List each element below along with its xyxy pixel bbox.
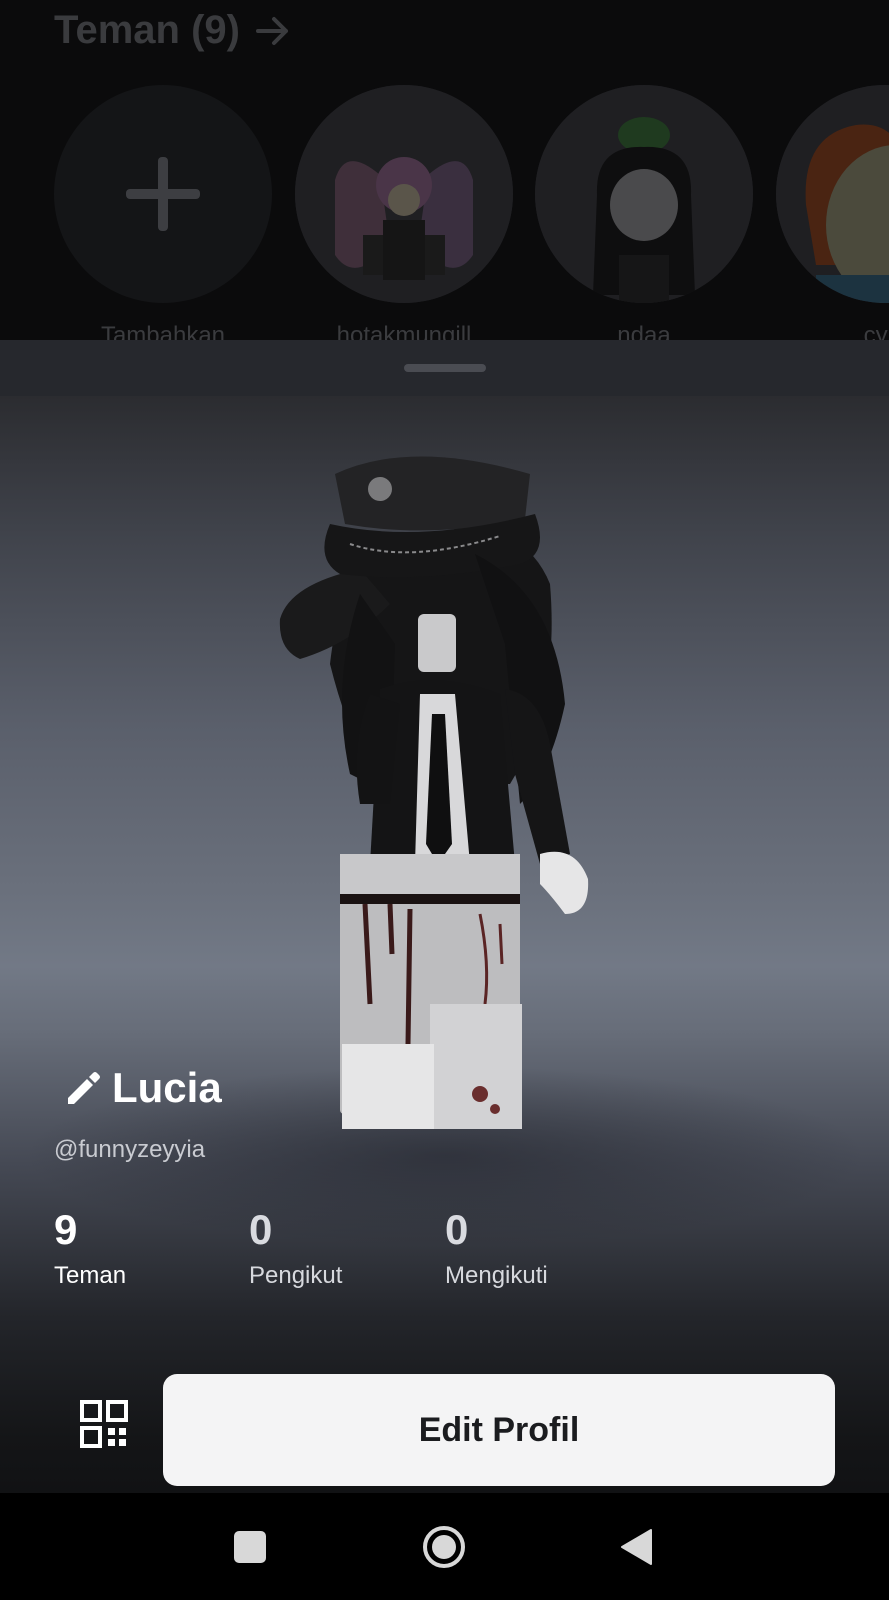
stat-label: Mengikuti	[445, 1262, 548, 1289]
avatar-viewer[interactable]: Lucia @funnyzeyyia 9 Teman 0 Pengikut 0 …	[0, 396, 889, 1493]
friend-name: cyle	[863, 322, 889, 340]
friend-avatar[interactable]	[295, 85, 513, 303]
display-name: Lucia	[112, 1064, 222, 1111]
friend-avatar-image	[295, 85, 513, 303]
back-button[interactable]	[608, 1519, 664, 1575]
friend-avatar[interactable]	[535, 85, 753, 303]
circle-icon	[423, 1526, 465, 1568]
friend-name: Tambahkan	[100, 322, 226, 340]
qr-code-icon	[80, 1400, 128, 1448]
add-friend-button[interactable]	[54, 85, 272, 303]
profile-sheet: Lucia @funnyzeyyia 9 Teman 0 Pengikut 0 …	[0, 340, 889, 1493]
home-button[interactable]	[416, 1519, 472, 1575]
friend-name: ndaa	[617, 322, 671, 340]
drag-handle[interactable]	[404, 364, 486, 372]
friends-section: Teman (9) Tambahkan hotakmungill ndaa cy	[0, 0, 889, 340]
stat-label: Pengikut	[249, 1262, 343, 1289]
square-icon	[234, 1531, 266, 1563]
friend-name: hotakmungill	[336, 322, 472, 340]
plus-icon	[126, 157, 200, 231]
friend-avatar-image	[776, 85, 889, 303]
system-nav-bar	[0, 1493, 889, 1600]
pencil-icon[interactable]	[62, 1068, 102, 1108]
stat-label: Teman	[54, 1262, 127, 1289]
stat-followers[interactable]: 0 Pengikut	[249, 1206, 342, 1290]
stat-following[interactable]: 0 Mengikuti	[445, 1206, 548, 1290]
edit-profile-button[interactable]: Edit Profil	[163, 1374, 835, 1486]
stat-value: 9	[54, 1206, 78, 1253]
triangle-icon	[621, 1529, 652, 1565]
recents-button[interactable]	[222, 1519, 278, 1575]
sheet-header	[0, 340, 889, 396]
stat-value: 0	[249, 1206, 273, 1253]
arrow-right-icon	[255, 16, 288, 45]
friends-title: Teman (9)	[54, 8, 240, 52]
friend-avatar-image	[535, 85, 753, 303]
stat-value: 0	[445, 1206, 469, 1253]
friend-avatar[interactable]	[776, 85, 889, 303]
avatar-image	[279, 456, 589, 1129]
profile-name-row[interactable]: Lucia	[62, 1064, 222, 1112]
qr-code-button[interactable]	[74, 1394, 134, 1454]
friends-header[interactable]: Teman (9)	[54, 8, 292, 53]
stat-friends[interactable]: 9 Teman	[54, 1206, 126, 1290]
username: @funnyzeyyia	[54, 1136, 206, 1163]
